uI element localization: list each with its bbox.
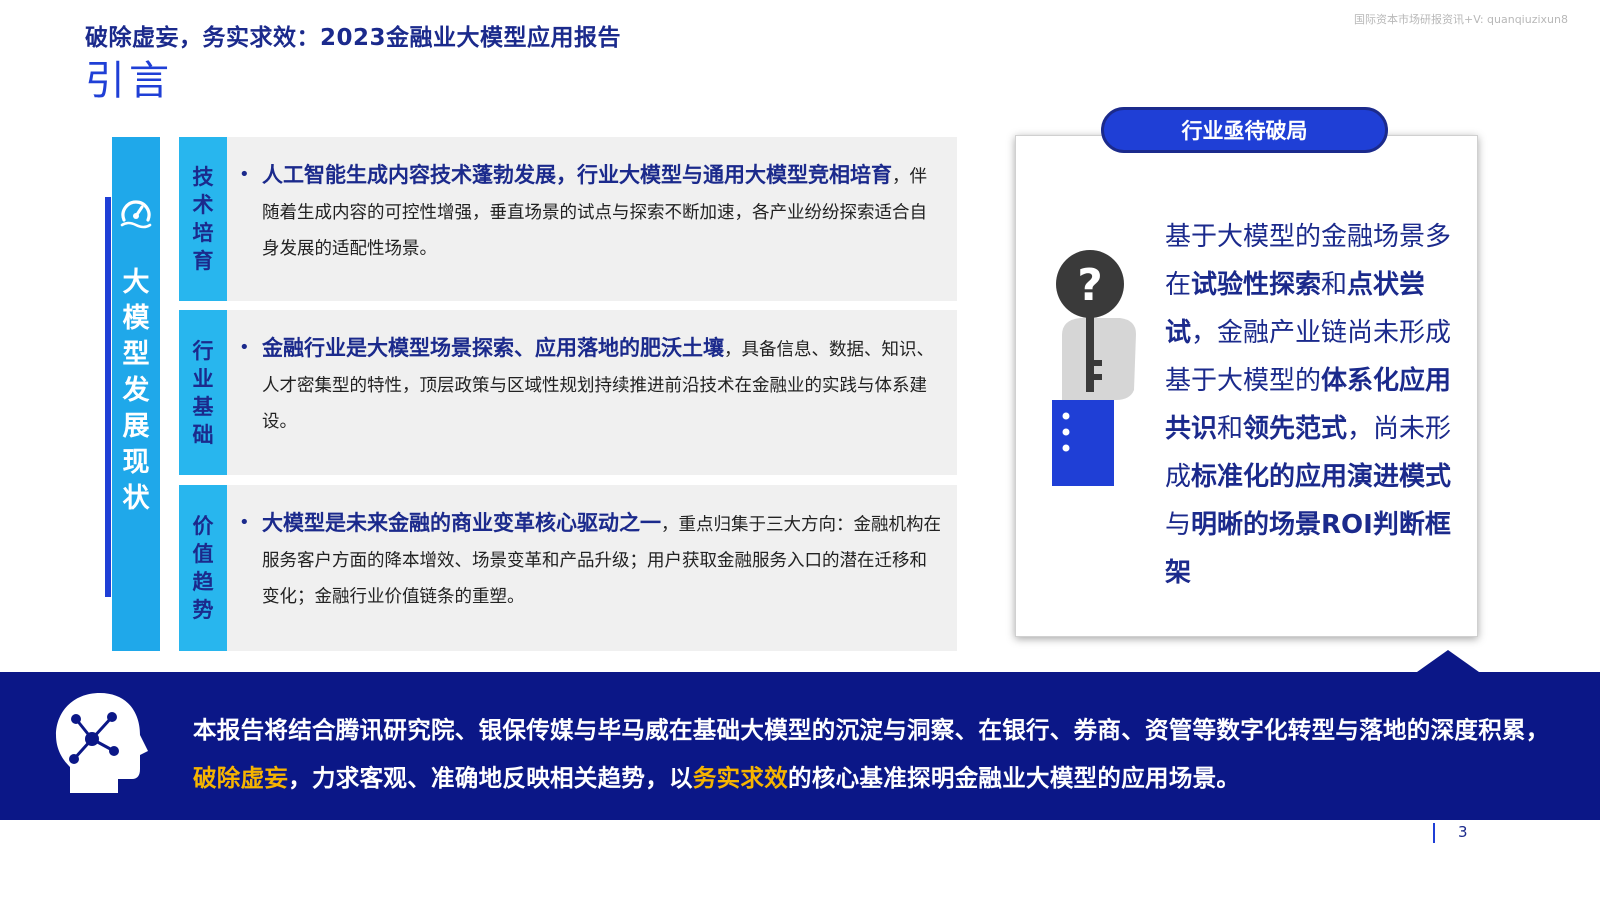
row-label-box: 价值趋势 <box>179 485 227 651</box>
row-bold-text: 人工智能生成内容技术蓬勃发展，行业大模型与通用大模型竞相培育 <box>262 163 892 187</box>
banner-label: 大模型发展现状 <box>122 267 150 514</box>
question-key-icon: ? <box>1052 250 1136 486</box>
head-network-icon <box>56 693 148 793</box>
summary-text-part: ，力求客观、准确地反映相关趋势，以 <box>288 764 693 792</box>
page-marker <box>1433 823 1435 843</box>
svg-text:?: ? <box>1077 260 1103 311</box>
info-row-industry: 行业基础 • 金融行业是大模型场景探索、应用落地的肥沃土壤，具备信息、数据、知识… <box>179 310 957 475</box>
info-row-value: 价值趋势 • 大模型是未来金融的商业变革核心驱动之一，重点归集于三大方向：金融机… <box>179 485 957 651</box>
watermark: 国际资本市场研报资讯+V: quanqiuzixun8 <box>1353 13 1568 26</box>
band-notch <box>1417 650 1479 672</box>
dashboard-gauge-icon <box>120 200 152 229</box>
section-title: 引言 <box>85 58 173 104</box>
page-number: 3 <box>1458 823 1468 841</box>
row-label: 行业基础 <box>192 338 214 447</box>
card-text: 和 <box>1321 270 1348 300</box>
card-description: 基于大模型的金融场景多在试验性探索和点状尝试，金融产业链尚未形成基于大模型的体系… <box>1165 213 1465 597</box>
row-bold-text: 大模型是未来金融的商业变革核心驱动之一 <box>262 511 661 535</box>
card-bold-text: 标准化的应用演进模式 <box>1191 462 1452 492</box>
summary-text-part: 本报告将结合腾讯研究院、银保传媒与毕马威在基础大模型的沉淀与洞察、在银行、券商、… <box>193 716 1550 744</box>
card-bold-text: 明晰的场景ROI判断框架 <box>1165 510 1451 588</box>
banner-accent-line <box>105 197 111 597</box>
row-body: • 大模型是未来金融的商业变革核心驱动之一，重点归集于三大方向：金融机构在服务客… <box>239 505 943 615</box>
row-body: • 人工智能生成内容技术蓬勃发展，行业大模型与通用大模型竞相培育，伴随着生成内容… <box>239 157 943 267</box>
info-row-tech: 技术培育 • 人工智能生成内容技术蓬勃发展，行业大模型与通用大模型竞相培育，伴随… <box>179 137 957 301</box>
card-text: 与 <box>1165 510 1192 540</box>
row-body: • 金融行业是大模型场景探索、应用落地的肥沃土壤，具备信息、数据、知识、人才密集… <box>239 330 943 440</box>
card-text: 和 <box>1217 414 1244 444</box>
summary-text-part: 的核心基准探明金融业大模型的应用场景。 <box>788 764 1241 792</box>
bullet-icon: • <box>239 512 250 533</box>
summary-text: 本报告将结合腾讯研究院、银保传媒与毕马威在基础大模型的沉淀与洞察、在银行、券商、… <box>193 706 1573 802</box>
row-label-box: 行业基础 <box>179 310 227 475</box>
document-title: 破除虚妄，务实求效：2023金融业大模型应用报告 <box>85 25 622 51</box>
summary-highlight: 务实求效 <box>692 764 789 792</box>
bullet-icon: • <box>239 164 250 185</box>
card-bold-text: 试验性探索 <box>1191 270 1322 300</box>
card-pill-title: 行业亟待破局 <box>1101 107 1388 153</box>
row-label: 价值趋势 <box>192 514 214 622</box>
bullet-icon: • <box>239 337 250 358</box>
summary-highlight: 破除虚妄 <box>193 764 289 792</box>
card-bold-text: 领先范式 <box>1243 414 1348 444</box>
row-label: 技术培育 <box>192 165 214 273</box>
row-bold-text: 金融行业是大模型场景探索、应用落地的肥沃土壤 <box>262 336 724 360</box>
row-label-box: 技术培育 <box>179 137 227 301</box>
